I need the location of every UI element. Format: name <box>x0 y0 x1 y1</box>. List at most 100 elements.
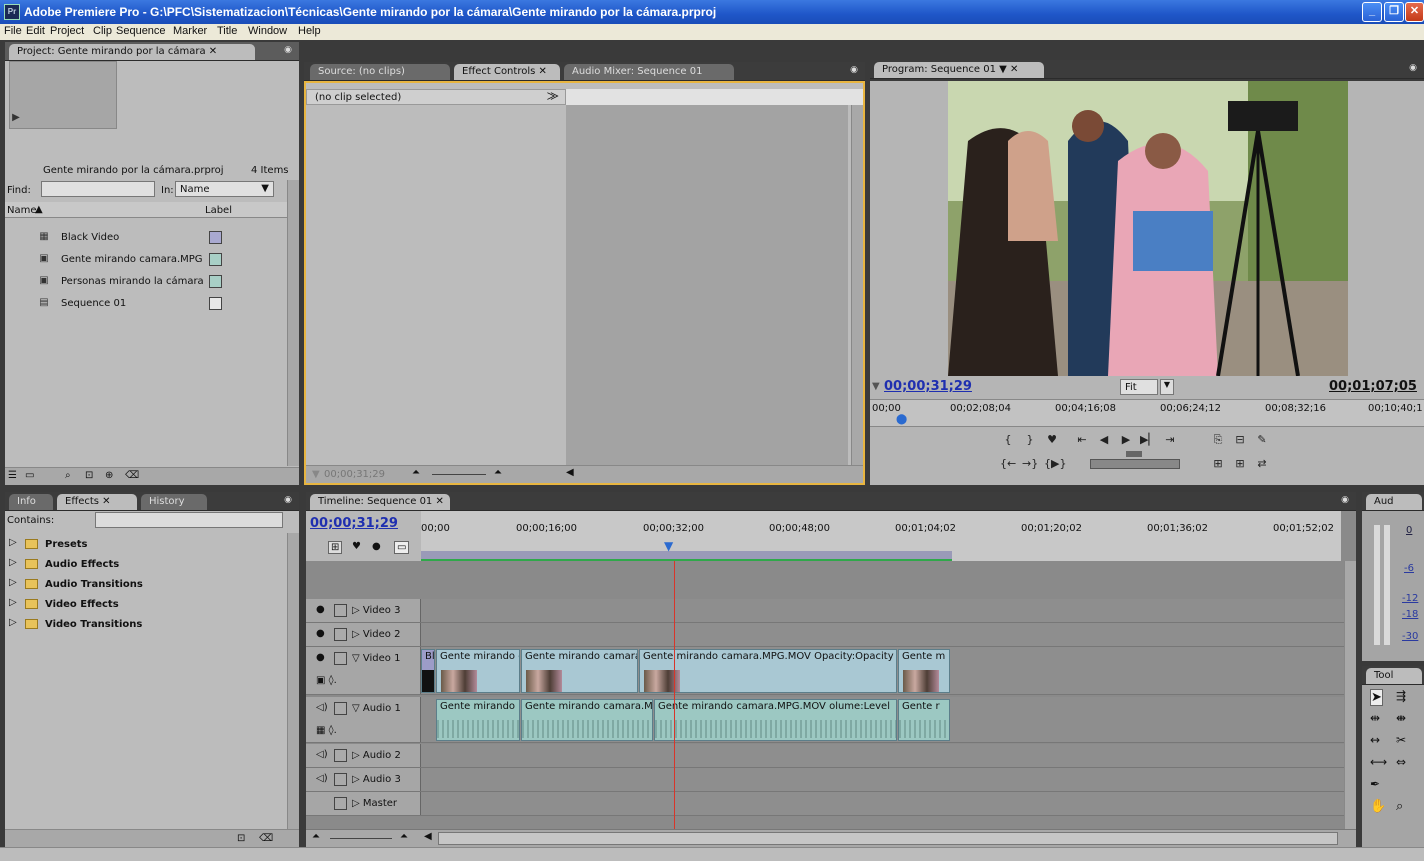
col-name[interactable]: Name <box>7 205 37 216</box>
find-icon[interactable]: ⌕ <box>65 470 71 481</box>
tab-source[interactable]: Source: (no clips) <box>310 64 450 80</box>
playhead-marker-icon[interactable]: ⬤ <box>896 414 907 425</box>
panel-menu-icon[interactable]: ◉ <box>281 495 295 507</box>
hand-tool-icon[interactable]: ✋ <box>1370 799 1386 814</box>
zoom-slider[interactable] <box>432 474 486 475</box>
minimize-icon[interactable]: _ <box>1362 2 1382 22</box>
list-item[interactable]: ▤ Sequence 01 <box>5 293 287 315</box>
tab-info[interactable]: Info <box>9 494 53 510</box>
expand-icon[interactable]: ▷ <box>9 577 17 588</box>
close-icon[interactable]: ✕ <box>1405 2 1424 22</box>
tab-timeline[interactable]: Timeline: Sequence 01 ✕ <box>310 494 450 510</box>
tab-effects[interactable]: Effects ✕ <box>57 494 137 510</box>
shuttle-handle[interactable] <box>1126 451 1142 457</box>
timeline-clip[interactable]: Gente mirando c <box>436 649 520 693</box>
timeline-clip[interactable]: Gente mirando camara. <box>521 649 638 693</box>
zoom-tool-icon[interactable]: ⌕ <box>1396 799 1403 814</box>
menu-window[interactable]: Window <box>248 25 287 37</box>
step-back-icon[interactable]: ◀ <box>1096 433 1112 446</box>
set-marker-icon[interactable]: ♥ <box>352 541 361 552</box>
folder-audio-transitions[interactable]: ▷ Audio Transitions <box>5 575 287 595</box>
expand-icon[interactable]: ▷ <box>9 557 17 568</box>
go-to-in-icon[interactable]: ⇤ <box>1074 433 1090 446</box>
menu-title[interactable]: Title <box>217 25 237 37</box>
output-icon[interactable]: ⊞ <box>1210 457 1226 470</box>
snap-icon[interactable]: ⊞ <box>328 541 343 554</box>
find-input[interactable] <box>41 181 155 197</box>
tab-tools[interactable]: Tool <box>1366 668 1422 684</box>
zoom-out-icon[interactable]: ⏶ <box>312 831 320 842</box>
project-scrollbar[interactable] <box>287 180 299 466</box>
menu-sequence[interactable]: Sequence <box>116 25 166 37</box>
tab-effect-controls[interactable]: Effect Controls ✕ <box>454 64 560 80</box>
set-marker-icon[interactable]: ♥ <box>1044 433 1060 446</box>
speaker-icon[interactable]: ◁) <box>316 749 328 760</box>
jog-shuttle[interactable] <box>1090 459 1180 469</box>
scroll-left-icon[interactable]: ◀ <box>424 831 432 842</box>
eye-icon[interactable]: ● <box>316 628 325 639</box>
fit-select[interactable]: Fit <box>1120 379 1158 395</box>
program-ruler[interactable]: 00;00 00;02;08;04 00;04;16;08 00;06;24;1… <box>870 399 1424 427</box>
list-view-icon[interactable]: ☰ <box>8 470 17 481</box>
play-in-out-icon[interactable]: {▶} <box>1044 457 1066 470</box>
rate-stretch-tool-icon[interactable]: ↔ <box>1370 733 1380 747</box>
col-label[interactable]: Label <box>205 205 232 216</box>
list-item[interactable]: ▣ Personas mirando la cámara <box>5 271 287 293</box>
timeline-audio-clip[interactable]: Gente mirando camara.MPG.MOV olume:Level <box>654 699 897 741</box>
timeline-audio-clip[interactable]: Gente mirando <box>436 699 520 741</box>
expand-icon[interactable]: ▷ <box>9 617 17 628</box>
list-item[interactable]: ▣ Gente mirando camara.MPG <box>5 249 287 271</box>
timeline-clip[interactable]: Gente m <box>898 649 950 693</box>
slide-tool-icon[interactable]: ⇔ <box>1396 755 1406 769</box>
waveform-icon[interactable]: ▦ ◊. <box>316 725 337 736</box>
mark-out-icon[interactable]: } <box>1022 433 1038 446</box>
list-item[interactable]: ▦ Black Video <box>5 227 287 249</box>
timeline-audio-clip[interactable]: Gente r <box>898 699 950 741</box>
expand-icon[interactable]: ▷ <box>9 597 17 608</box>
menu-help[interactable]: Help <box>298 25 321 37</box>
zoom-icon[interactable]: ▭ <box>394 541 410 554</box>
tab-audio-meter[interactable]: Aud <box>1366 494 1422 510</box>
expand-icon[interactable]: ▷ <box>9 537 17 548</box>
panel-menu-icon[interactable]: ◉ <box>281 45 295 57</box>
eye-icon[interactable]: ● <box>316 604 325 615</box>
lock-icon[interactable] <box>334 628 347 641</box>
panel-menu-icon[interactable]: ◉ <box>1406 63 1420 75</box>
pen-tool-icon[interactable]: ✒ <box>1370 777 1380 791</box>
tab-history[interactable]: History <box>141 494 207 510</box>
contains-input[interactable] <box>95 512 283 528</box>
scroll-left-icon[interactable]: ◀ <box>566 467 574 478</box>
go-to-out-icon[interactable]: ⇥ <box>1162 433 1178 446</box>
folder-audio-effects[interactable]: ▷ Audio Effects <box>5 555 287 575</box>
zoom-in-icon[interactable]: ⏶ <box>494 467 502 478</box>
lock-icon[interactable] <box>334 749 347 762</box>
zoom-in-icon[interactable]: ⏶ <box>400 831 408 842</box>
lock-icon[interactable] <box>334 604 347 617</box>
tab-program[interactable]: Program: Sequence 01 ▼ ✕ <box>874 62 1044 78</box>
go-to-next-icon[interactable]: →} <box>1022 457 1038 470</box>
panel-menu-icon[interactable]: ◉ <box>847 65 861 77</box>
chevron-down-icon[interactable]: ▼ <box>1160 379 1174 395</box>
folder-video-transitions[interactable]: ▷ Video Transitions <box>5 615 287 635</box>
folder-presets[interactable]: ▷ Presets <box>5 535 287 555</box>
eye-icon[interactable]: ● <box>316 652 325 663</box>
timeline-timecode[interactable]: 00;00;31;29 <box>310 516 398 531</box>
playhead-line[interactable] <box>674 561 675 829</box>
speaker-icon[interactable]: ◁) <box>316 773 328 784</box>
play-icon[interactable]: ▶ <box>9 111 23 125</box>
effect-scrollbar[interactable] <box>851 105 863 465</box>
panel-menu-icon[interactable]: ◉ <box>1338 495 1352 507</box>
restore-icon[interactable]: ❐ <box>1384 2 1404 22</box>
step-forward-icon[interactable]: ▶▏ <box>1140 433 1157 446</box>
delete-icon[interactable]: ⌫ <box>125 470 139 481</box>
lock-icon[interactable] <box>334 797 347 810</box>
lift-icon[interactable]: ⎘ <box>1210 433 1226 447</box>
rolling-edit-tool-icon[interactable]: ⇼ <box>1396 711 1406 725</box>
icon-view-icon[interactable]: ▭ <box>25 470 34 481</box>
program-current-timecode[interactable]: 00;00;31;29 <box>884 379 972 394</box>
safe-margins-icon[interactable]: ⊞ <box>1232 457 1248 470</box>
timeline-clip[interactable]: Gente mirando camara.MPG.MOV Opacity:Opa… <box>639 649 897 693</box>
in-select[interactable]: Name ▼ <box>175 181 274 197</box>
timeline-zoom-slider[interactable] <box>330 838 392 839</box>
display-style-icon[interactable]: ▣ ◊. <box>316 675 337 686</box>
